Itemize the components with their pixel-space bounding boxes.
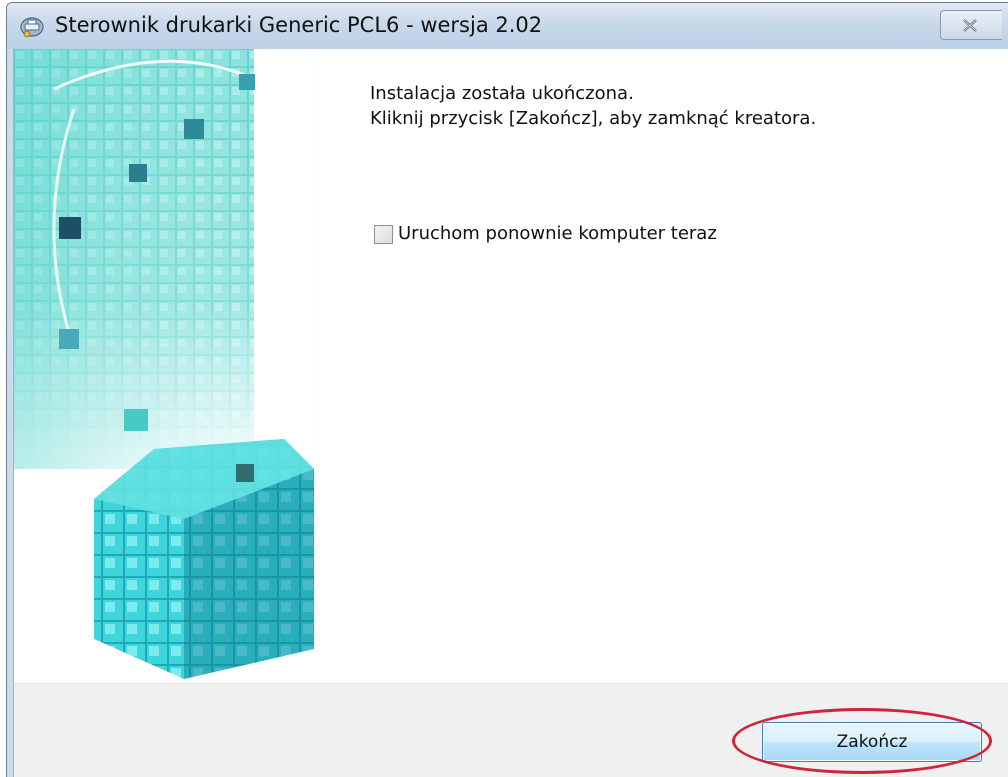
title-bar[interactable]: Sterownik drukarki Generic PCL6 - wersja…	[7, 3, 1008, 49]
wizard-footer: Zakończ	[13, 683, 1008, 777]
completion-message: Instalacja została ukończona. Kliknij pr…	[370, 81, 816, 131]
restart-checkbox[interactable]	[374, 225, 393, 244]
finish-button[interactable]: Zakończ	[762, 722, 982, 762]
message-line-2: Kliknij przycisk [Zakończ], aby zamknąć …	[370, 108, 817, 129]
restart-checkbox-label[interactable]: Uruchom ponownie komputer teraz	[398, 223, 717, 244]
close-icon	[963, 19, 977, 32]
finish-button-label: Zakończ	[836, 732, 908, 752]
close-button[interactable]	[940, 10, 1002, 40]
wizard-content: Instalacja została ukończona. Kliknij pr…	[13, 49, 1008, 683]
cube-artwork	[14, 49, 344, 683]
installer-window: Sterownik drukarki Generic PCL6 - wersja…	[6, 2, 1008, 777]
message-line-1: Instalacja została ukończona.	[370, 83, 634, 104]
window-title: Sterownik drukarki Generic PCL6 - wersja…	[55, 13, 543, 37]
printer-driver-icon	[20, 17, 44, 38]
